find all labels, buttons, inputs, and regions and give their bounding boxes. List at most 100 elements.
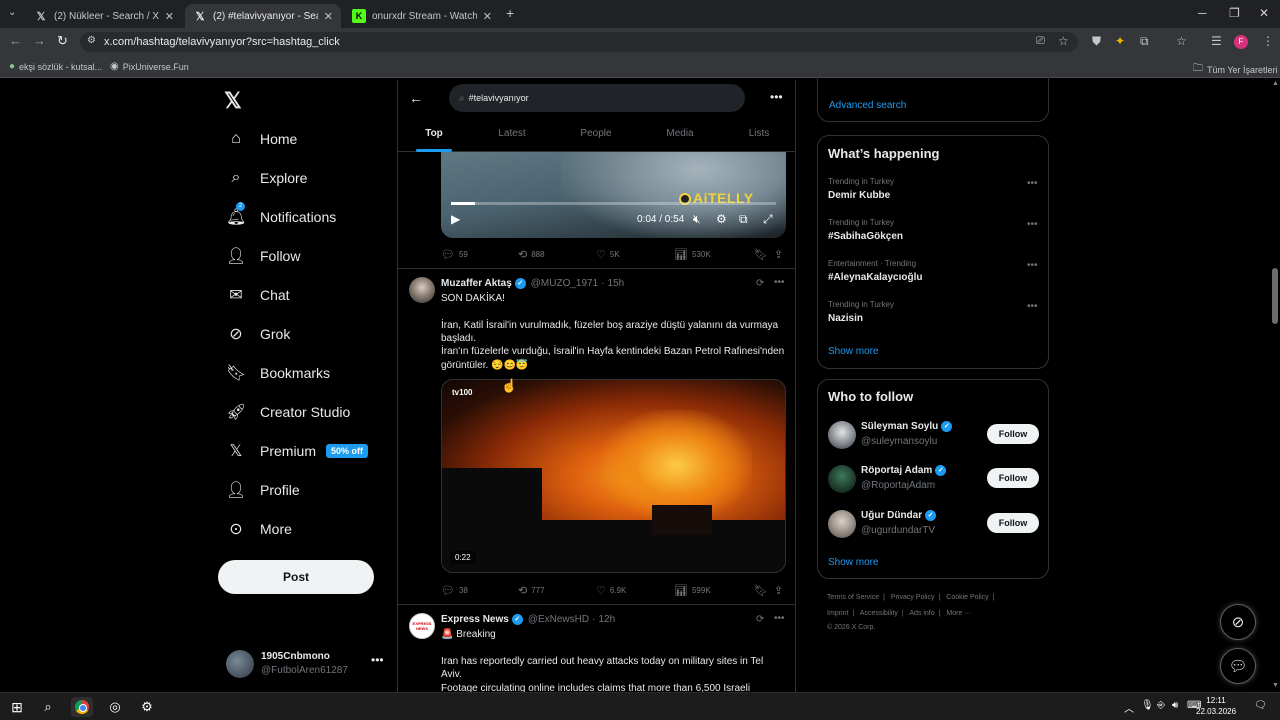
tweet-video[interactable]: tv100 0:22 <box>441 379 786 573</box>
follow-button[interactable]: Follow <box>987 468 1039 488</box>
footer-link[interactable]: Cookie Policy <box>946 594 988 601</box>
tab-people[interactable]: People <box>580 128 611 139</box>
extensions-puzzle-icon[interactable]: ⧉ <box>1140 34 1149 49</box>
microphone-icon[interactable]: 🎙︎ <box>1141 700 1154 711</box>
trend-name[interactable]: Demir Kubbe <box>828 190 890 201</box>
reload-icon[interactable]: ↻ <box>57 33 68 49</box>
footer-link[interactable]: Imprint <box>827 610 848 617</box>
bookmark-icon[interactable]: 🔖︎ <box>754 248 768 261</box>
tweet-author[interactable]: Muzaffer Aktaş ✓ @MUZO_1971 · 15h <box>441 278 624 289</box>
suggestion-name[interactable]: Röportaj Adam ✓ <box>861 465 947 476</box>
nav-explore[interactable]: ⌕ Explore <box>226 165 308 191</box>
restore-icon[interactable]: ❐ <box>1229 6 1240 20</box>
video-progress-bar[interactable] <box>451 202 776 205</box>
like-button[interactable]: ♡ 5K <box>596 248 620 261</box>
tab-top[interactable]: Top <box>425 128 443 139</box>
suggestion-name[interactable]: Uğur Dündar ✓ <box>861 510 937 521</box>
search-input[interactable]: ⌕ #telavivyanıyor <box>449 84 745 112</box>
follow-button[interactable]: Follow <box>987 513 1039 533</box>
tab-search-icon[interactable]: ⌄ <box>8 7 16 18</box>
tweet-video-player[interactable]: AiTELLY ▶ 0:04 / 0:54 🔇︎ ⚙ ⧉ ⤢ <box>441 152 786 238</box>
shield-extension-icon[interactable]: ⛊ <box>1092 34 1101 49</box>
windows-start-icon[interactable]: ⊞ <box>6 697 28 717</box>
more-icon[interactable]: ••• <box>1027 219 1038 230</box>
nav-notifications[interactable]: 🔔︎ 2 Notifications <box>226 202 336 230</box>
all-bookmarks[interactable]: 🗀 Tüm Yer İşaretleri <box>1193 61 1278 78</box>
avatar[interactable] <box>409 277 435 303</box>
forward-icon[interactable]: → <box>33 33 46 48</box>
follow-button[interactable]: Follow <box>987 424 1039 444</box>
star-icon[interactable]: ☆ <box>1058 34 1069 48</box>
close-icon[interactable]: ✕ <box>165 10 174 23</box>
more-icon[interactable]: ••• <box>1027 260 1038 271</box>
grok-icon[interactable]: ⟳ <box>756 614 764 625</box>
close-icon[interactable]: ✕ <box>483 10 492 23</box>
avatar[interactable] <box>828 465 856 493</box>
scrollbar-thumb[interactable] <box>1272 268 1278 324</box>
nav-home[interactable]: ⌂ Home <box>226 126 297 152</box>
nav-grok[interactable]: ⊘ Grok <box>226 321 290 347</box>
play-icon[interactable]: ▶ <box>451 212 460 226</box>
more-icon[interactable]: ••• <box>1027 301 1038 312</box>
nav-more[interactable]: ⊙ More <box>226 516 292 542</box>
scroll-down-icon[interactable]: ▼ <box>1272 682 1279 689</box>
page-scrollbar[interactable]: ▲ ▼ <box>1270 80 1280 692</box>
search-icon[interactable]: ⌕ <box>37 697 59 717</box>
footer-link[interactable]: Terms of Service <box>827 594 879 601</box>
nav-chat[interactable]: ✉ Chat <box>226 282 289 308</box>
tweet-author[interactable]: Express News ✓ @ExNewsHD · 12h <box>441 614 615 625</box>
avatar[interactable] <box>828 510 856 538</box>
new-tab-button[interactable]: + <box>506 5 514 21</box>
repost-button[interactable]: ⟲ 888 <box>518 248 545 261</box>
account-switcher[interactable]: 1905Cnbmono @FutbolAren61287 ••• <box>226 648 396 688</box>
footer-link[interactable]: Ads info <box>909 610 934 617</box>
close-window-icon[interactable]: ✕ <box>1259 6 1269 20</box>
footer-link[interactable]: Privacy Policy <box>891 594 935 601</box>
minimize-icon[interactable]: ─ <box>1198 6 1207 20</box>
trend-name[interactable]: #AleynaKalaycıoğlu <box>828 272 922 283</box>
views-button[interactable]: 📊︎ 599K <box>674 584 711 597</box>
install-app-icon[interactable]: ⎚ <box>1036 35 1045 48</box>
chat-fab-button[interactable]: 💬︎ <box>1220 648 1256 684</box>
more-icon[interactable]: ••• <box>371 653 384 667</box>
more-icon[interactable]: ••• <box>770 90 783 104</box>
nav-premium[interactable]: 𝕏 Premium 50% off <box>226 438 369 464</box>
address-bar[interactable]: ⚙ x.com/hashtag/telavivyanıyor?src=hasht… <box>80 32 1078 52</box>
back-icon[interactable]: ← <box>9 33 22 48</box>
nav-creator-studio[interactable]: 🚀︎ Creator Studio <box>226 399 350 425</box>
reading-list-icon[interactable]: ☰ <box>1211 34 1222 48</box>
tab-latest[interactable]: Latest <box>498 128 525 139</box>
show-more-link[interactable]: Show more <box>828 346 879 357</box>
notifications-center-icon[interactable]: 🗨︎ <box>1254 700 1267 711</box>
tab-media[interactable]: Media <box>666 128 693 139</box>
reply-button[interactable]: 💬︎ 38 <box>441 584 468 597</box>
chevron-up-icon[interactable]: ︿ <box>1124 700 1134 715</box>
repost-button[interactable]: ⟲ 777 <box>518 584 545 597</box>
share-icon[interactable]: ⇪ <box>774 248 783 261</box>
grok-icon[interactable]: ⟳ <box>756 278 764 289</box>
share-icon[interactable]: ⇪ <box>774 584 783 597</box>
mute-icon[interactable]: 🔇︎ <box>693 212 701 227</box>
tab-telavivyaniyor[interactable]: 𝕏 (2) #telavivyanıyor - Search / X ✕ <box>185 4 341 28</box>
nav-profile[interactable]: 👤︎ Profile <box>226 477 300 503</box>
nav-bookmarks[interactable]: 🔖︎ Bookmarks <box>226 360 330 386</box>
trend-name[interactable]: Nazisin <box>828 313 863 324</box>
footer-link[interactable]: More ··· <box>946 610 971 617</box>
network-icon[interactable]: ⎆ <box>1157 700 1165 711</box>
app-taskbar-icon[interactable]: ◎ <box>104 697 126 717</box>
x-logo-icon[interactable]: 𝕏 <box>224 88 242 114</box>
post-button[interactable]: Post <box>218 560 374 594</box>
profile-avatar[interactable]: F <box>1234 35 1248 49</box>
back-arrow-icon[interactable]: ← <box>409 90 423 106</box>
bookmarks-star-icon[interactable]: ☆ <box>1176 34 1187 48</box>
advanced-search-link[interactable]: Advanced search <box>829 100 906 111</box>
taskbar-clock[interactable]: 12:11 22.03.2026 <box>1196 695 1236 717</box>
scroll-up-icon[interactable]: ▲ <box>1272 80 1279 87</box>
fullscreen-icon[interactable]: ⤢ <box>763 212 773 227</box>
close-icon[interactable]: ✕ <box>324 10 333 23</box>
avatar[interactable]: EXPRESS NEWS <box>409 613 435 639</box>
chrome-menu-icon[interactable]: ⋮ <box>1262 34 1274 48</box>
footer-link[interactable]: Accessibility <box>860 610 898 617</box>
reply-button[interactable]: 💬︎ 59 <box>441 248 468 261</box>
suggestion-name[interactable]: Süleyman Soylu ✓ <box>861 421 953 432</box>
